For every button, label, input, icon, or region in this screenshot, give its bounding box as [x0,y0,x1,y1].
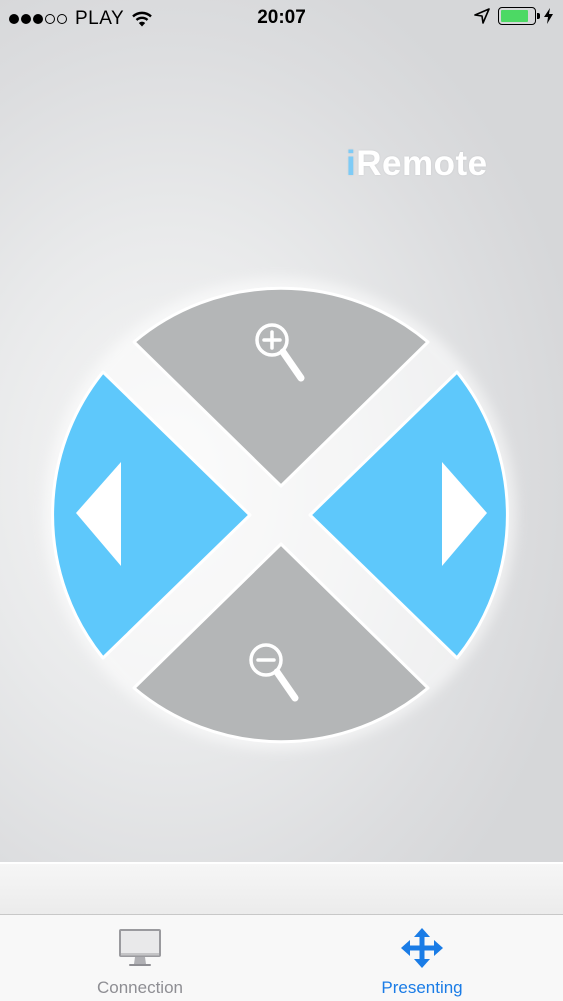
monitor-icon [119,929,161,966]
tab-connection[interactable]: Connection [40,915,240,1001]
tab-connection-label: Connection [96,978,183,997]
control-pad [44,278,516,750]
tab-bar: Connection Presenting [0,914,563,1001]
tab-presenting-label: Presenting [381,978,463,997]
tab-presenting[interactable]: Presenting [322,915,522,1001]
bottom-strip [0,862,563,916]
move-arrows-icon [401,928,443,968]
